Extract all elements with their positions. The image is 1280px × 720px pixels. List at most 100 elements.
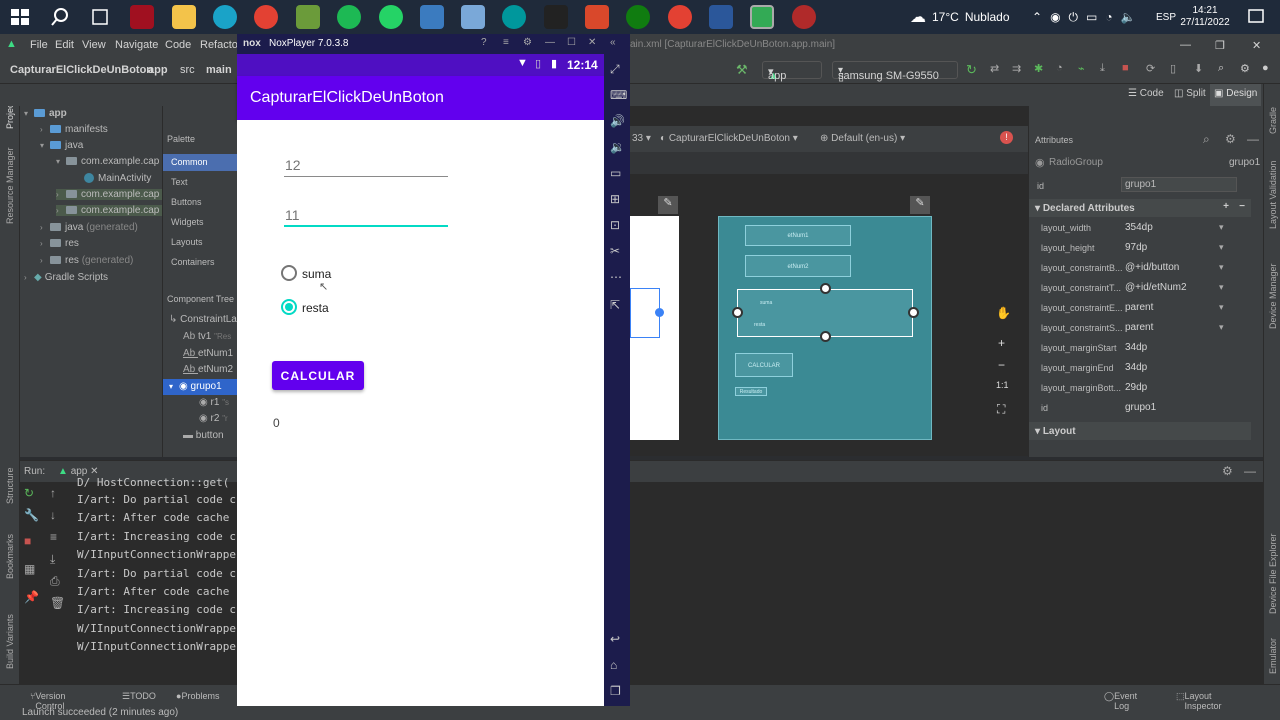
whatsapp-icon[interactable] — [379, 5, 403, 29]
tree-item-package-android-test[interactable]: › com.example.cap — [56, 189, 162, 200]
side-label-device-file-explorer[interactable]: Device File Explorer — [1268, 533, 1278, 614]
component-tv1[interactable]: Ab tv1 "Res — [183, 331, 231, 342]
search-everywhere-icon[interactable]: ⌕ — [1218, 62, 1224, 75]
volume-down-icon[interactable]: 🔉 — [610, 140, 625, 154]
component-r1[interactable]: ◉ r1 "s — [199, 397, 229, 408]
app-orange-icon[interactable] — [585, 5, 609, 29]
screen-icon[interactable]: ▭ — [610, 166, 621, 180]
etnum1-field[interactable]: 12 — [284, 150, 448, 177]
attr-value[interactable]: grupo1 — [1125, 402, 1156, 413]
menu-edit[interactable]: Edit — [55, 39, 74, 51]
component-r2[interactable]: ◉ r2 "r — [199, 413, 228, 424]
locale-dropdown[interactable]: ⊕ Default (en-us) ▾ — [820, 133, 905, 144]
collapse-sidebar-icon[interactable]: « — [610, 37, 616, 48]
print-icon[interactable]: ⎙ — [50, 574, 60, 589]
zoom-in-icon[interactable]: + — [998, 336, 1005, 350]
volume-up-icon[interactable]: 🔊 — [610, 114, 625, 128]
problems-tab[interactable]: ● Problems — [176, 691, 219, 701]
epic-games-icon[interactable] — [544, 5, 568, 29]
attr-row[interactable]: layout_marginEnd 34dp — [1029, 358, 1264, 378]
apply-changes-icon[interactable]: ⇄ — [990, 62, 999, 75]
component-button[interactable]: ▬ button — [183, 430, 224, 441]
dropdown-icon[interactable]: ▾ — [1219, 282, 1224, 293]
dropdown-icon[interactable]: ▾ — [1219, 222, 1224, 233]
emulator-minimize-icon[interactable]: — — [545, 37, 555, 48]
attr-value[interactable]: 34dp — [1125, 362, 1147, 373]
close-icon[interactable]: ✕ — [1252, 39, 1261, 52]
blueprint-etnum2[interactable]: etNum2 — [745, 255, 851, 277]
palette-widgets[interactable]: Widgets — [171, 217, 204, 227]
declared-attributes-header[interactable]: ▾ Declared Attributes + − — [1029, 199, 1251, 217]
home-icon[interactable]: ⌂ — [610, 658, 617, 672]
tree-item-java[interactable]: ▾ java — [40, 140, 83, 151]
windows-start-icon[interactable] — [8, 5, 32, 29]
blueprint-pan-icon[interactable]: ✎ — [910, 196, 930, 214]
zoom-actual-icon[interactable]: 1:1 — [996, 380, 1009, 390]
tree-item-manifests[interactable]: › manifests — [40, 124, 108, 135]
apk-icon[interactable]: ⊞ — [610, 192, 620, 206]
side-label-layout-validation[interactable]: Layout Validation — [1268, 161, 1278, 229]
back-icon[interactable]: ↩ — [610, 632, 620, 646]
file-explorer-icon[interactable] — [172, 5, 196, 29]
menu-code[interactable]: Code — [165, 39, 191, 51]
help-icon[interactable]: ? — [481, 37, 487, 48]
component-etnum1[interactable]: Ab etNum1 — [183, 348, 233, 359]
emulator-maximize-icon[interactable]: ☐ — [567, 37, 576, 48]
trash-icon[interactable]: 🗑 — [50, 596, 65, 610]
menu-view[interactable]: View — [82, 39, 106, 51]
run-config-dropdown[interactable]: ▲ app ▾ — [762, 61, 822, 82]
soft-wrap-icon[interactable]: ≡ — [50, 530, 57, 544]
spotify-icon[interactable] — [337, 5, 361, 29]
layout-inspector-tab[interactable]: ⬚ Layout Inspector — [1176, 691, 1222, 711]
blueprint-view[interactable]: etNum1 etNum2 suma resta CALCULAR Result… — [718, 216, 932, 440]
side-label-device-manager[interactable]: Device Manager — [1268, 263, 1278, 329]
profile-icon[interactable]: ◔ — [1056, 62, 1063, 74]
side-label-resource-manager[interactable]: Resource Manager — [5, 147, 15, 224]
resize-handle-top[interactable] — [820, 283, 831, 294]
search-icon[interactable] — [48, 5, 72, 29]
resize-handle-right[interactable] — [908, 307, 919, 318]
scroll-down-icon[interactable]: ↓ — [50, 508, 56, 522]
theme-dropdown[interactable]: ◐ CapturarElClickDeUnBoton ▾ — [660, 133, 798, 144]
notifications-icon[interactable] — [1244, 5, 1268, 29]
chrome-icon[interactable] — [254, 5, 278, 29]
scroll-end-icon[interactable]: ⤓ — [50, 552, 55, 567]
blueprint-radiogroup[interactable]: suma resta — [737, 289, 913, 337]
dropdown-icon[interactable]: ▾ — [1219, 262, 1224, 273]
device-manager-icon[interactable]: ▯ — [1170, 62, 1176, 75]
attr-row[interactable]: layout_width 354dp ▾ — [1029, 218, 1264, 238]
sync-icon[interactable]: ⟳ — [1146, 62, 1155, 75]
breadcrumb-project[interactable]: CapturarElClickDeUnBoton — [10, 64, 153, 76]
radio-suma[interactable] — [281, 265, 297, 281]
attr-row[interactable]: layout_constraintB... @+id/button ▾ — [1029, 258, 1264, 278]
debug-icon[interactable]: ✱ — [1034, 62, 1043, 75]
palette-text[interactable]: Text — [171, 177, 188, 187]
restore-icon[interactable]: ❐ — [1215, 39, 1225, 52]
tree-item-res-generated[interactable]: › res (generated) — [40, 255, 133, 266]
event-log-tab[interactable]: ◯ Event Log — [1104, 691, 1137, 711]
resize-handle-left[interactable] — [732, 307, 743, 318]
volume-icon[interactable]: 🔈 — [1121, 10, 1136, 24]
emulator-title-bar[interactable]: nox NoxPlayer 7.0.3.8 ? ≡ ⚙ — ☐ ✕ « — [237, 34, 630, 54]
attr-value[interactable]: 97dp — [1125, 242, 1147, 253]
hammer-icon[interactable]: ⚒ — [736, 62, 748, 78]
tree-item-app[interactable]: ▾ app — [24, 108, 67, 119]
tree-item-res[interactable]: › res — [40, 238, 79, 249]
emulator-close-icon[interactable]: ✕ — [588, 37, 596, 48]
profiler-icon[interactable]: ⌁ — [1078, 62, 1085, 75]
tree-item-package-test[interactable]: › com.example.cap — [56, 205, 162, 216]
attributes-minimize-icon[interactable]: — — [1247, 132, 1259, 146]
attr-row[interactable]: layout_marginBott... 29dp — [1029, 378, 1264, 398]
palette-layouts[interactable]: Layouts — [171, 237, 203, 247]
constraint-handle[interactable] — [655, 308, 664, 317]
clock[interactable]: 14:21 27/11/2022 — [1180, 0, 1230, 34]
attr-value[interactable]: @+id/button — [1125, 262, 1179, 273]
palette-containers[interactable]: Containers — [171, 257, 215, 267]
attr-value[interactable]: 354dp — [1125, 222, 1153, 233]
attr-row[interactable]: layout_constraintE... parent ▾ — [1029, 298, 1264, 318]
view-split[interactable]: ◫ Split — [1174, 88, 1206, 99]
blueprint-etnum1[interactable]: etNum1 — [745, 225, 851, 246]
robot-icon[interactable]: ⊡ — [610, 218, 620, 232]
attributes-settings-icon[interactable]: ⚙ — [1225, 132, 1236, 146]
tree-item-mainactivity[interactable]: MainActivity — [84, 173, 151, 184]
